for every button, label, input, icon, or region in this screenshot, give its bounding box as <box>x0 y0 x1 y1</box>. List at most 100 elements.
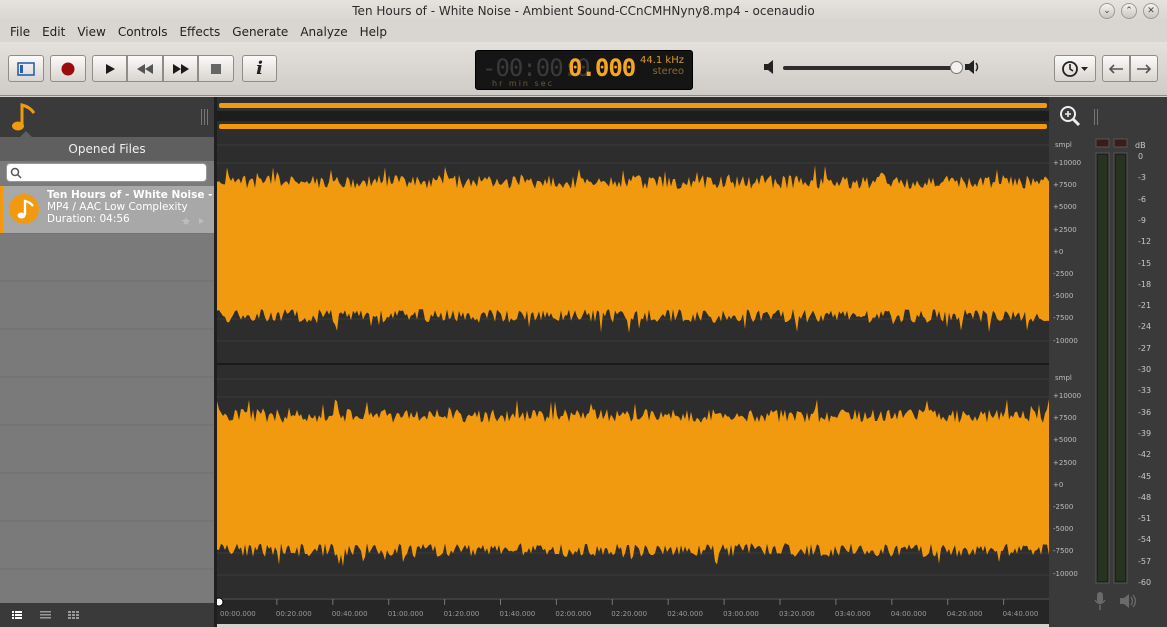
volume-low-icon <box>764 60 773 74</box>
volume-slider[interactable] <box>783 66 960 70</box>
db-label: -27 <box>1138 343 1152 353</box>
time-tick-label: 03:20.000 <box>779 610 815 618</box>
toggle-sidebar-button[interactable] <box>8 55 44 82</box>
speaker-icon[interactable] <box>1119 593 1139 609</box>
sidebar-top-bar <box>0 97 214 137</box>
time-tick-label: 01:00.000 <box>387 610 424 618</box>
time-tick-label: 03:40.000 <box>834 610 871 618</box>
scale-label: +7500 <box>1053 414 1077 423</box>
file-format: MP4 / AAC Low Complexity <box>47 201 188 213</box>
db-label: -45 <box>1138 471 1152 481</box>
scale-label: -10000 <box>1053 336 1078 345</box>
time-tick-label: 00:00.000 <box>220 610 256 618</box>
time-display-units: hr min sec <box>492 79 555 88</box>
play-icon <box>105 63 115 74</box>
menu-controls[interactable]: Controls <box>112 22 174 42</box>
forward-button[interactable] <box>1130 55 1158 82</box>
file-list-item[interactable]: Ten Hours of - White Noise - ... MP4 / A… <box>0 186 228 233</box>
time-display: -00:00:0 0.000 hr min sec 44.1 kHz stere… <box>475 50 693 90</box>
menu-file[interactable]: File <box>4 22 36 42</box>
db-label: -60 <box>1138 578 1152 587</box>
menu-view[interactable]: View <box>71 22 111 42</box>
fast-forward-button[interactable] <box>163 55 198 82</box>
music-note-icon[interactable] <box>10 101 38 133</box>
audio-file-icon <box>9 194 39 224</box>
toolbar: i -00:00:0 0.000 hr min sec 44.1 kHz ste… <box>0 42 1167 96</box>
menu-effects[interactable]: Effects <box>173 22 226 42</box>
menu-generate[interactable]: Generate <box>226 22 294 42</box>
sidebar-header: Opened Files <box>0 137 214 161</box>
scale-label: +2500 <box>1053 225 1077 234</box>
db-label: -12 <box>1138 237 1152 247</box>
waveform-canvas[interactable] <box>214 97 1049 624</box>
scale-label: +10000 <box>1053 392 1082 400</box>
scale-label: -5000 <box>1053 292 1074 301</box>
info-button[interactable]: i <box>242 55 277 82</box>
scale-label: +2500 <box>1053 458 1077 467</box>
maximize-button[interactable]: ⌃ <box>1121 3 1137 19</box>
scale-label: -10000 <box>1053 569 1078 578</box>
db-label: -24 <box>1138 322 1152 332</box>
grid-view-icon[interactable] <box>68 611 79 619</box>
file-actions-icon[interactable] <box>181 216 207 226</box>
stop-button[interactable] <box>198 55 234 82</box>
search-icon <box>10 167 22 179</box>
scale-label: -2500 <box>1053 270 1074 278</box>
time-display-value: 0.000 <box>568 54 636 82</box>
db-label: -33 <box>1138 386 1152 396</box>
db-label: -51 <box>1138 514 1152 524</box>
back-button[interactable] <box>1102 55 1130 82</box>
close-button[interactable]: ✕ <box>1143 3 1159 19</box>
db-label: -3 <box>1138 173 1146 183</box>
time-tick-label: 03:00.000 <box>723 610 759 618</box>
arrow-left-icon <box>1108 63 1123 74</box>
rewind-icon <box>137 63 153 74</box>
db-label: -9 <box>1138 215 1146 225</box>
stop-icon <box>211 63 221 74</box>
db-label: -15 <box>1138 258 1152 268</box>
volume-slider-handle[interactable] <box>950 61 963 74</box>
rewind-button[interactable] <box>127 55 163 82</box>
menu-edit[interactable]: Edit <box>36 22 71 42</box>
scale-label: +5000 <box>1053 203 1077 212</box>
db-label: -57 <box>1138 556 1152 566</box>
list-view-icon[interactable] <box>40 611 51 619</box>
scale-label: +0 <box>1053 480 1064 489</box>
file-name: Ten Hours of - White Noise - ... <box>47 189 229 201</box>
arrow-right-icon <box>1137 63 1152 74</box>
microphone-icon[interactable] <box>1093 591 1107 611</box>
playhead-marker[interactable] <box>214 597 224 607</box>
fast-forward-icon <box>172 63 189 74</box>
history-button[interactable] <box>1054 55 1096 82</box>
menu-analyze[interactable]: Analyze <box>294 22 353 42</box>
title-bar: Ten Hours of - White Noise - Ambient Sou… <box>0 0 1167 22</box>
scale-label: +7500 <box>1053 181 1077 190</box>
zoom-in-icon[interactable] <box>1059 105 1081 127</box>
time-tick-label: 00:20.000 <box>275 610 312 618</box>
time-tick-label: 04:00.000 <box>890 610 927 618</box>
scale-label: +5000 <box>1053 436 1077 445</box>
waveform-area[interactable]: 00:00.000 00:20.000 00:40.000 01:00.000 01:2… <box>214 97 1049 624</box>
menu-bar: File Edit View Controls Effects Generate… <box>0 22 1167 42</box>
sidebar-bottom-bar <box>0 603 214 627</box>
db-label: -21 <box>1138 301 1152 311</box>
record-icon <box>61 62 75 75</box>
detail-view-icon[interactable] <box>12 611 22 619</box>
db-label: -42 <box>1138 450 1152 460</box>
drag-handle[interactable] <box>200 109 208 125</box>
time-tick-label: 04:20.000 <box>946 610 983 618</box>
file-list-empty-rows <box>0 233 214 570</box>
window-title: Ten Hours of - White Noise - Ambient Sou… <box>352 4 815 18</box>
scale-label: -7500 <box>1053 314 1074 323</box>
time-tick-label: 02:20.000 <box>611 610 648 618</box>
meter-unit: dB <box>1135 141 1146 150</box>
menu-help[interactable]: Help <box>354 22 393 42</box>
db-label: -18 <box>1138 279 1152 289</box>
meter-drag-handle[interactable] <box>1093 109 1101 125</box>
play-button[interactable] <box>92 55 127 82</box>
search-input[interactable] <box>6 163 207 182</box>
record-button[interactable] <box>50 55 86 82</box>
db-label: -48 <box>1138 492 1152 502</box>
db-label: -30 <box>1138 365 1152 374</box>
minimize-button[interactable]: ⌄ <box>1099 3 1115 19</box>
